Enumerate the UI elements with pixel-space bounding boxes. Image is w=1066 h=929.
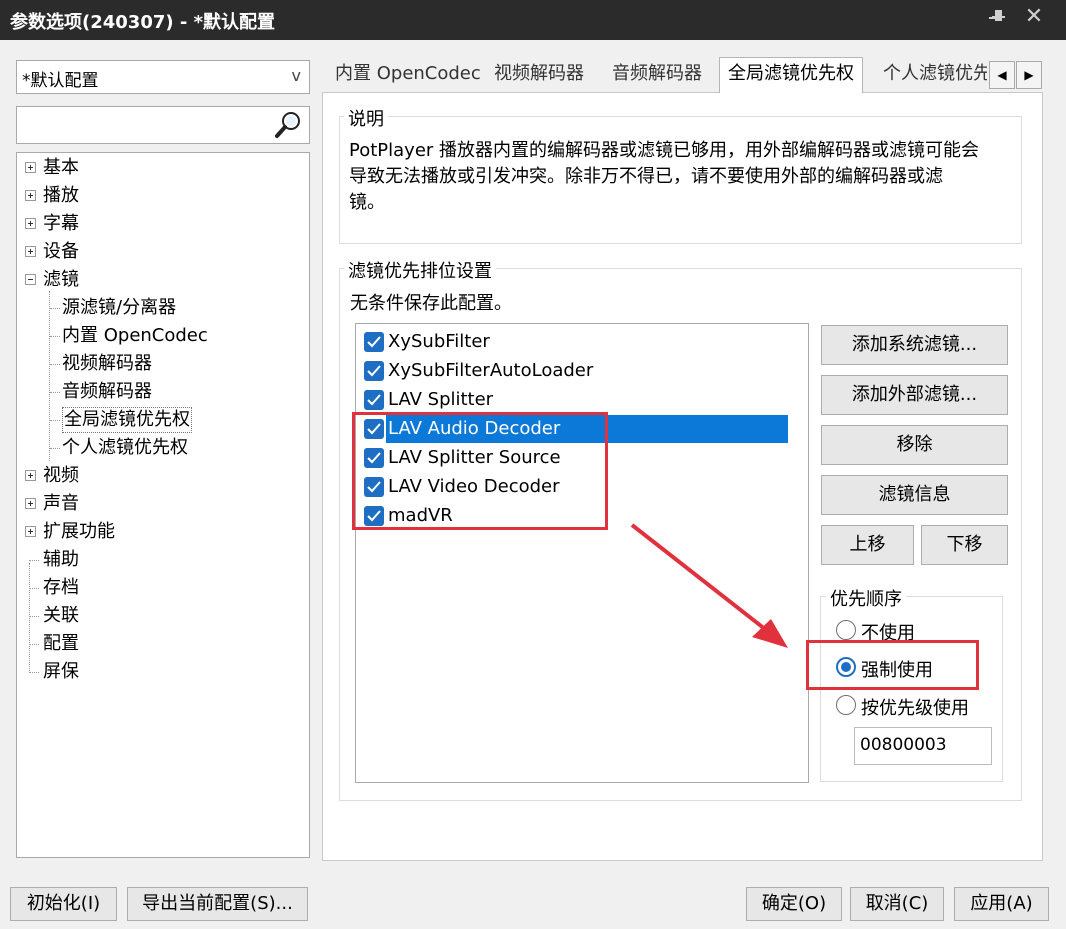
tree-item-assist[interactable]: 辅助 (43, 547, 79, 573)
priority-settings-title: 滤镜优先排位设置 (344, 257, 496, 283)
tab-audio-decoder[interactable]: 音频解码器 (612, 58, 702, 92)
tab-scroll-left-icon[interactable]: ◀ (989, 61, 1015, 89)
cancel-button[interactable]: 取消(C) (850, 887, 944, 921)
profile-select-value: *默认配置 (22, 71, 99, 91)
tree-item-label: 声音 (43, 493, 79, 514)
filter-item[interactable]: XySubFilterAutoLoader (362, 357, 786, 385)
expand-icon[interactable] (25, 218, 36, 229)
expand-icon[interactable] (25, 162, 36, 173)
close-icon[interactable]: ✕ (1022, 5, 1046, 29)
filter-info-button[interactable]: 滤镜信息 (821, 475, 1008, 515)
tab-opencodec[interactable]: 内置 OpenCodec (335, 58, 481, 92)
tree-item-label: 配置 (43, 633, 79, 654)
tree-item-video-decoder[interactable]: 视频解码器 (62, 351, 152, 377)
move-down-button[interactable]: 下移 (921, 525, 1008, 565)
tree-item-label: 基本 (43, 157, 79, 178)
description-line: 导致无法播放或引发冲突。除非万不得已，请不要使用外部的编解码器或滤 (349, 166, 943, 187)
tree-item-label: 滤镜 (43, 269, 79, 290)
annotation-highlight-box (806, 640, 979, 690)
tree-item-source-filters[interactable]: 源滤镜/分离器 (62, 295, 176, 321)
add-system-filter-button[interactable]: 添加系统滤镜... (821, 325, 1008, 365)
profile-select[interactable]: *默认配置 v (16, 60, 310, 94)
description-title: 说明 (344, 105, 388, 131)
title-bar: 参数选项(240307) - *默认配置 ✕ (0, 0, 1066, 40)
tree-item-opencodec[interactable]: 内置 OpenCodec (62, 323, 208, 349)
tree-item-screensaver[interactable]: 屏保 (43, 659, 79, 685)
tree-item-audio-decoder[interactable]: 音频解码器 (62, 379, 152, 405)
radio-label-by-priority[interactable]: 按优先级使用 (861, 694, 969, 720)
annotation-highlight-box (352, 412, 608, 530)
ok-button[interactable]: 确定(O) (746, 887, 842, 921)
tree-item-archive[interactable]: 存档 (43, 575, 79, 601)
expand-icon[interactable] (25, 246, 36, 257)
tree-item-label: 辅助 (43, 549, 79, 570)
tree-item-label: 关联 (43, 605, 79, 626)
filter-item[interactable]: XySubFilter (362, 328, 786, 356)
tree-item-personal-filter-priority[interactable]: 个人滤镜优先权 (62, 435, 188, 461)
apply-button[interactable]: 应用(A) (954, 887, 1049, 921)
priority-value-input[interactable]: 00800003 (854, 727, 992, 765)
description-text: PotPlayer 播放器内置的编解码器或滤镜已够用，用外部编解码器或滤镜可能会… (349, 138, 979, 216)
filter-name: XySubFilter (388, 331, 490, 352)
filter-item[interactable]: LAV Splitter (362, 386, 786, 414)
expand-icon[interactable] (25, 498, 36, 509)
init-button[interactable]: 初始化(I) (10, 887, 117, 921)
priority-order-title: 优先顺序 (826, 585, 906, 611)
tree-item-label: 源滤镜/分离器 (62, 297, 177, 318)
tree-item-label: 屏保 (43, 661, 79, 682)
tab-personal-filter-priority[interactable]: 个人滤镜优先 (883, 58, 987, 92)
search-input[interactable] (16, 106, 310, 144)
collapse-icon[interactable] (25, 274, 36, 285)
chevron-down-icon: v (291, 66, 301, 85)
tree-item-association[interactable]: 关联 (43, 603, 79, 629)
tree-item-label: 音频解码器 (62, 381, 152, 402)
move-up-button[interactable]: 上移 (821, 525, 914, 565)
description-line: PotPlayer 播放器内置的编解码器或滤镜已够用，用外部编解码器或滤镜可能会 (349, 140, 980, 161)
filter-name: XySubFilterAutoLoader (388, 360, 594, 381)
settings-tree: 基本 播放 字幕 设备 滤镜 源滤镜/分离器 内置 OpenCodec 视频解码… (16, 152, 310, 858)
tree-item-label: 存档 (43, 577, 79, 598)
tree-item-label: 播放 (43, 185, 79, 206)
tree-item-label: 字幕 (43, 213, 79, 234)
radio-button-icon[interactable] (836, 620, 856, 640)
window-title: 参数选项(240307) - *默认配置 (10, 12, 276, 33)
search-icon[interactable] (273, 110, 303, 140)
priority-settings-subtitle: 无条件保存此配置。 (350, 289, 512, 315)
expand-icon[interactable] (25, 470, 36, 481)
tree-item-label: 视频解码器 (62, 353, 152, 374)
export-config-button[interactable]: 导出当前配置(S)... (127, 887, 308, 921)
tab-global-filter-priority[interactable]: 全局滤镜优先权 (719, 57, 863, 93)
radio-button-icon[interactable] (836, 695, 856, 715)
description-line: 镜。 (349, 192, 385, 213)
tree-item-label: 视频 (43, 465, 79, 486)
tree-item-label: 个人滤镜优先权 (62, 437, 188, 458)
tree-item-label: 扩展功能 (43, 521, 115, 542)
annotation-arrow-icon (630, 523, 788, 648)
remove-button[interactable]: 移除 (821, 425, 1008, 465)
filter-name: LAV Splitter (388, 389, 494, 410)
tab-scroll-right-icon[interactable]: ▶ (1016, 61, 1042, 89)
tree-item-global-filter-priority[interactable]: 全局滤镜优先权 (62, 407, 192, 433)
add-external-filter-button[interactable]: 添加外部滤镜... (821, 375, 1008, 415)
expand-icon[interactable] (25, 190, 36, 201)
checkbox-checked-icon[interactable] (364, 361, 384, 381)
tree-item-label: 全局滤镜优先权 (64, 409, 190, 430)
checkbox-checked-icon[interactable] (364, 390, 384, 410)
checkbox-checked-icon[interactable] (364, 332, 384, 352)
pin-icon[interactable] (986, 6, 1010, 30)
tree-item-label: 内置 OpenCodec (62, 325, 208, 346)
tree-item-config[interactable]: 配置 (43, 631, 79, 657)
tree-item-label: 设备 (43, 241, 79, 262)
expand-icon[interactable] (25, 526, 36, 537)
tab-video-decoder[interactable]: 视频解码器 (494, 58, 584, 92)
